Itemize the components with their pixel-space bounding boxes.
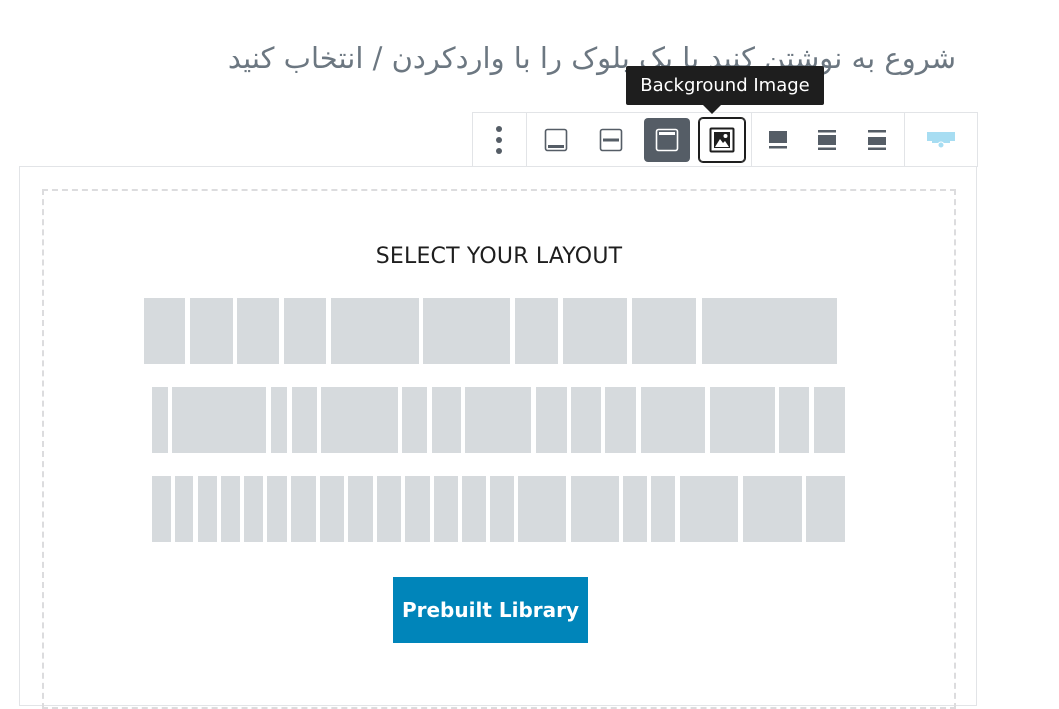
layout-column xyxy=(632,298,696,364)
layout-column xyxy=(563,298,627,364)
layout-column xyxy=(605,387,636,453)
toolbar-separator xyxy=(526,113,527,166)
layout-column xyxy=(518,476,566,542)
block-toolbar xyxy=(472,112,978,167)
layout-column xyxy=(267,476,287,542)
tooltip-arrow xyxy=(703,105,721,114)
layout-column xyxy=(190,298,233,364)
layout-column xyxy=(377,476,401,542)
layout-column xyxy=(152,387,168,453)
layout-column xyxy=(320,476,344,542)
align-center-icon xyxy=(599,128,623,152)
layout-row-1 xyxy=(144,298,837,364)
vertical-align-bottom-icon xyxy=(868,130,886,150)
layout-column xyxy=(402,387,427,453)
layout-column xyxy=(348,476,373,542)
layout-column xyxy=(571,476,619,542)
tooltip-label: Background Image xyxy=(640,75,810,96)
vertical-align-bottom-button[interactable] xyxy=(854,118,900,162)
prebuilt-library-button[interactable]: Prebuilt Library xyxy=(393,577,588,643)
layout-column xyxy=(331,298,419,364)
layout-column xyxy=(423,298,510,364)
layout-column xyxy=(743,476,802,542)
toolbar-separator xyxy=(904,113,905,166)
toolbar-separator xyxy=(751,113,752,166)
align-bottom-button[interactable] xyxy=(533,118,579,162)
background-image-tooltip: Background Image xyxy=(626,66,824,105)
layout-column xyxy=(405,476,430,542)
align-middle-button[interactable] xyxy=(588,118,634,162)
align-bottom-icon xyxy=(544,128,568,152)
layout-column xyxy=(651,476,675,542)
layout-column xyxy=(291,476,316,542)
layout-column xyxy=(292,387,317,453)
layout-column xyxy=(144,298,185,364)
layout-column xyxy=(462,476,486,542)
row-block-icon xyxy=(927,132,955,149)
layout-column xyxy=(172,387,266,453)
block-placeholder-text[interactable]: شروع به نوشتن کنید یا یک بلوک را با وارد… xyxy=(196,36,956,116)
layout-column xyxy=(779,387,809,453)
layout-row-2 xyxy=(152,387,845,453)
full-height-button[interactable] xyxy=(644,118,690,162)
full-height-icon xyxy=(655,128,679,152)
layout-column xyxy=(237,298,279,364)
layout-column xyxy=(641,387,705,453)
layout-column xyxy=(321,387,398,453)
background-image-button[interactable] xyxy=(699,118,745,162)
vertical-align-top-button[interactable] xyxy=(755,118,801,162)
more-options-icon xyxy=(496,126,502,154)
layout-column xyxy=(814,387,845,453)
layout-column xyxy=(465,387,531,453)
layout-column xyxy=(221,476,240,542)
background-image-icon xyxy=(709,127,735,153)
vertical-align-center-icon xyxy=(818,130,836,150)
layout-column xyxy=(702,298,837,364)
layout-column xyxy=(434,476,458,542)
layout-column xyxy=(198,476,217,542)
layout-column xyxy=(175,476,193,542)
layout-row-3 xyxy=(152,476,845,542)
select-layout-title: SELECT YOUR LAYOUT xyxy=(375,244,623,269)
layout-column xyxy=(490,476,514,542)
vertical-align-top-icon xyxy=(769,131,787,149)
layout-column xyxy=(806,476,845,542)
layout-column xyxy=(571,387,601,453)
layout-column xyxy=(271,387,287,453)
layout-column xyxy=(244,476,263,542)
row-block-button[interactable] xyxy=(918,118,964,162)
layout-column xyxy=(536,387,567,453)
layout-column xyxy=(284,298,326,364)
vertical-align-center-button[interactable] xyxy=(804,118,850,162)
layout-column xyxy=(623,476,647,542)
layout-column xyxy=(432,387,461,453)
layout-column xyxy=(152,476,171,542)
more-options-button[interactable] xyxy=(477,118,521,162)
layout-column xyxy=(710,387,775,453)
layout-column xyxy=(680,476,738,542)
layout-column xyxy=(515,298,558,364)
